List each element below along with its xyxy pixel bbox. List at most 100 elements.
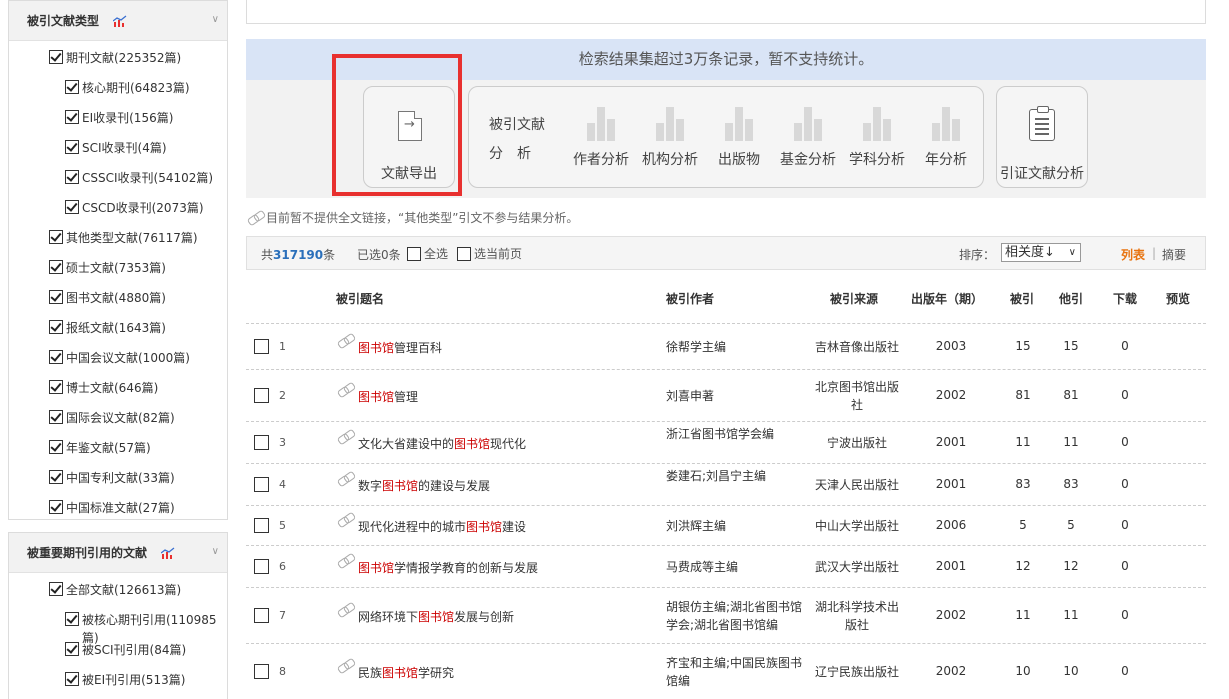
row-title-link[interactable]: 数字图书馆的建设与发展 <box>358 477 490 494</box>
year-analysis-button[interactable]: 年分析 <box>916 107 976 169</box>
fund-analysis-button[interactable]: 基金分析 <box>778 107 838 169</box>
filter-checkbox[interactable] <box>49 290 63 304</box>
filter-checkbox[interactable] <box>65 612 79 626</box>
row-title-link[interactable]: 现代化进程中的城市图书馆建设 <box>358 518 526 535</box>
filter-checkbox[interactable] <box>65 110 79 124</box>
row-checkbox[interactable] <box>254 664 269 679</box>
filter-label[interactable]: EI收录刊(156篇) <box>82 109 173 127</box>
filter-label[interactable]: CSSCI收录刊(54102篇) <box>82 169 213 187</box>
filter-checkbox[interactable] <box>49 410 63 424</box>
row-author[interactable]: 马费成等主编 <box>666 558 808 576</box>
filter-label[interactable]: 其他类型文献(76117篇) <box>66 229 198 247</box>
filter-checkbox[interactable] <box>49 260 63 274</box>
row-title-link[interactable]: 民族图书馆学研究 <box>358 664 454 681</box>
header-cited[interactable]: 被引 <box>1010 290 1034 307</box>
row-author[interactable]: 浙江省图书馆学会编 <box>666 425 808 443</box>
row-source[interactable]: 天津人民出版社 <box>812 476 902 494</box>
filter-checkbox[interactable] <box>65 642 79 656</box>
header-other[interactable]: 他引 <box>1059 290 1083 307</box>
filter-label[interactable]: 博士文献(646篇) <box>66 379 158 397</box>
filter-item[interactable]: EI收录刊(156篇) <box>9 103 227 133</box>
row-source[interactable]: 吉林音像出版社 <box>812 338 902 356</box>
row-checkbox[interactable] <box>254 518 269 533</box>
filter-label[interactable]: 中国专利文献(33篇) <box>66 469 175 487</box>
export-button[interactable]: → 文献导出 <box>363 86 455 188</box>
row-author[interactable]: 徐帮学主编 <box>666 338 808 356</box>
filter-item[interactable]: 中国标准文献(27篇) <box>9 493 227 523</box>
filter-checkbox[interactable] <box>49 582 63 596</box>
header-author[interactable]: 被引作者 <box>666 290 714 307</box>
filter-label[interactable]: 图书文献(4880篇) <box>66 289 166 307</box>
filter-label[interactable]: CSCD收录刊(2073篇) <box>82 199 204 217</box>
filter-item[interactable]: 中国专利文献(33篇) <box>9 463 227 493</box>
filter-item[interactable]: 被核心期刊引用(110985篇) <box>9 605 227 645</box>
filter-item[interactable]: 博士文献(646篇) <box>9 373 227 403</box>
filter-item[interactable]: 全部文献(126613篇) <box>9 575 227 605</box>
row-author[interactable]: 刘喜申著 <box>666 387 808 405</box>
header-source[interactable]: 被引来源 <box>830 290 878 307</box>
row-title-link[interactable]: 图书馆管理百科 <box>358 339 442 356</box>
select-all-option[interactable]: 全选 <box>407 245 448 262</box>
row-author[interactable]: 刘洪辉主编 <box>666 517 808 535</box>
institution-analysis-button[interactable]: 机构分析 <box>640 107 700 169</box>
row-source[interactable]: 武汉大学出版社 <box>812 558 902 576</box>
filter-item[interactable]: CSCD收录刊(2073篇) <box>9 193 227 223</box>
filter-checkbox[interactable] <box>49 440 63 454</box>
filter-checkbox[interactable] <box>49 350 63 364</box>
filter-label[interactable]: 核心期刊(64823篇) <box>82 79 190 97</box>
filter-checkbox[interactable] <box>65 200 79 214</box>
filter-checkbox[interactable] <box>65 672 79 686</box>
panel-header[interactable]: 被引文献类型 ∨ <box>9 1 227 41</box>
sort-select[interactable]: 相关度↓ ∨ <box>1001 243 1081 262</box>
subject-analysis-button[interactable]: 学科分析 <box>847 107 907 169</box>
row-checkbox[interactable] <box>254 388 269 403</box>
filter-item[interactable]: 核心期刊(64823篇) <box>9 73 227 103</box>
filter-item[interactable]: CSSCI收录刊(54102篇) <box>9 163 227 193</box>
row-checkbox[interactable] <box>254 559 269 574</box>
row-author[interactable]: 胡银仿主编;湖北省图书馆学会;湖北省图书馆编 <box>666 598 808 634</box>
select-page-checkbox[interactable] <box>457 246 471 261</box>
filter-checkbox[interactable] <box>49 320 63 334</box>
filter-checkbox[interactable] <box>49 50 63 64</box>
header-preview[interactable]: 预览 <box>1166 290 1190 307</box>
filter-label[interactable]: 国际会议文献(82篇) <box>66 409 175 427</box>
filter-label[interactable]: 中国标准文献(27篇) <box>66 499 175 517</box>
row-title-link[interactable]: 图书馆学情报学教育的创新与发展 <box>358 559 538 576</box>
filter-label[interactable]: 被EI刊引用(513篇) <box>82 671 185 689</box>
view-list-toggle[interactable]: 列表 <box>1121 246 1145 263</box>
filter-checkbox[interactable] <box>65 80 79 94</box>
filter-label[interactable]: 被SCI刊引用(84篇) <box>82 641 186 659</box>
filter-item[interactable]: 其他类型文献(76117篇) <box>9 223 227 253</box>
row-source[interactable]: 湖北科学技术出版社 <box>812 598 902 634</box>
filter-label[interactable]: 中国会议文献(1000篇) <box>66 349 190 367</box>
filter-checkbox[interactable] <box>65 170 79 184</box>
filter-checkbox[interactable] <box>49 230 63 244</box>
row-checkbox[interactable] <box>254 608 269 623</box>
row-checkbox[interactable] <box>254 435 269 450</box>
filter-checkbox[interactable] <box>49 380 63 394</box>
view-abstract-toggle[interactable]: 摘要 <box>1162 246 1186 263</box>
filter-checkbox[interactable] <box>65 140 79 154</box>
collapse-icon[interactable]: ∨ <box>212 14 219 25</box>
row-checkbox[interactable] <box>254 339 269 354</box>
filter-label[interactable]: 期刊文献(225352篇) <box>66 49 181 67</box>
row-title-link[interactable]: 图书馆管理 <box>358 388 418 405</box>
collapse-icon[interactable]: ∨ <box>212 546 219 557</box>
filter-item[interactable]: 国际会议文献(82篇) <box>9 403 227 433</box>
row-source[interactable]: 北京图书馆出版社 <box>812 378 902 414</box>
filter-item[interactable]: 图书文献(4880篇) <box>9 283 227 313</box>
panel-header[interactable]: 被重要期刊引用的文献 ∨ <box>9 533 227 573</box>
row-title-link[interactable]: 网络环境下图书馆发展与创新 <box>358 608 514 625</box>
row-source[interactable]: 辽宁民族出版社 <box>812 663 902 681</box>
filter-item[interactable]: 硕士文献(7353篇) <box>9 253 227 283</box>
filter-item[interactable]: 被EI刊引用(513篇) <box>9 665 227 695</box>
row-author[interactable]: 娄建石;刘昌宁主编 <box>666 467 808 485</box>
header-download[interactable]: 下载 <box>1113 290 1137 307</box>
row-title-link[interactable]: 文化大省建设中的图书馆现代化 <box>358 435 526 452</box>
filter-item[interactable]: 中国会议文献(1000篇) <box>9 343 227 373</box>
filter-checkbox[interactable] <box>49 500 63 514</box>
select-page-option[interactable]: 选当前页 <box>457 245 522 262</box>
author-analysis-button[interactable]: 作者分析 <box>571 107 631 169</box>
citing-analysis-button[interactable]: 引证文献分析 <box>996 86 1088 188</box>
filter-item[interactable]: SCI收录刊(4篇) <box>9 133 227 163</box>
